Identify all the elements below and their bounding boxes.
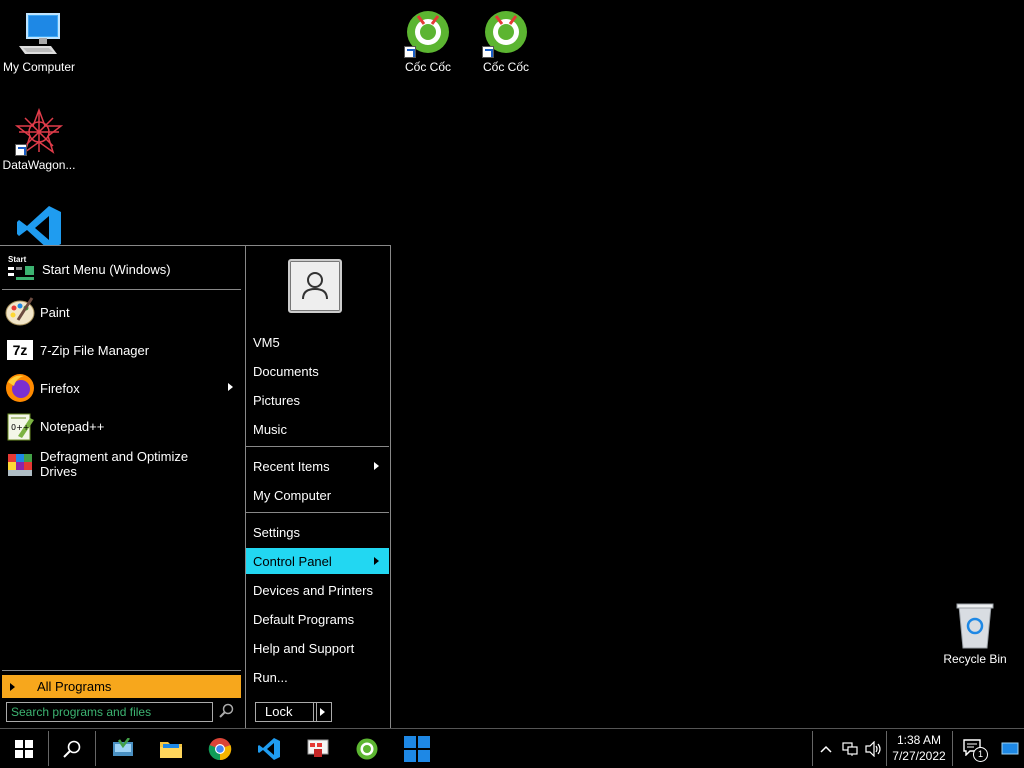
- menu-separator: [2, 289, 241, 290]
- coccoc-icon: [482, 10, 530, 58]
- taskbar-separator: [95, 731, 96, 766]
- chrome-icon: [208, 737, 232, 760]
- server-manager-icon: [113, 737, 133, 756]
- vscode-icon: [258, 737, 280, 760]
- datawagon-icon: [14, 107, 64, 156]
- taskbar-file-explorer[interactable]: [148, 729, 194, 768]
- taskbar-chrome[interactable]: [197, 729, 243, 768]
- desktop-icon-coccoc-1[interactable]: Cốc Cốc: [389, 10, 467, 74]
- folder-icon: [160, 741, 182, 758]
- program-paint[interactable]: Paint: [0, 293, 243, 331]
- taskbar-separator: [812, 731, 813, 766]
- start-menu-header[interactable]: Start Start Menu (Windows): [0, 250, 243, 288]
- coccoc-icon: [356, 738, 378, 759]
- action-center-button[interactable]: 1: [955, 729, 991, 768]
- computer-icon: [15, 10, 63, 58]
- taskbar-coccoc[interactable]: [344, 729, 390, 768]
- recycle-bin-icon: [951, 602, 999, 650]
- user-icon: [302, 272, 328, 300]
- clock-time: 1:38 AM: [896, 733, 942, 747]
- app-icon: [307, 739, 329, 757]
- places-item-help-and-support[interactable]: Help and Support: [246, 635, 389, 661]
- notepad-plus-plus-icon: 0++: [4, 410, 36, 442]
- shortcut-arrow-icon: [404, 46, 416, 58]
- defragment-icon: [4, 448, 36, 480]
- start-menu-places-pane: VM5 Documents Pictures Music Recent Item…: [245, 246, 390, 728]
- volume-icon: [865, 740, 881, 757]
- places-item-devices-and-printers[interactable]: Devices and Printers: [246, 577, 389, 603]
- places-item-documents[interactable]: Documents: [246, 358, 389, 384]
- svg-text:0++: 0++: [11, 423, 30, 432]
- paint-icon: [4, 296, 36, 328]
- taskbar-clock[interactable]: 1:38 AM 7/27/2022: [888, 732, 950, 764]
- windows-logo-icon: [15, 739, 33, 758]
- places-item-user[interactable]: VM5: [246, 329, 389, 355]
- network-icon: [842, 741, 858, 756]
- taskbar-vscode[interactable]: [246, 729, 292, 768]
- submenu-arrow-icon: [374, 462, 379, 470]
- shortcut-arrow-icon: [15, 144, 27, 156]
- taskbar-app-red[interactable]: [295, 729, 341, 768]
- menu-separator: [246, 446, 389, 447]
- user-avatar[interactable]: [288, 259, 342, 313]
- submenu-arrow-icon: [374, 557, 379, 565]
- places-item-default-programs[interactable]: Default Programs: [246, 606, 389, 632]
- menu-separator: [246, 512, 389, 513]
- program-defragment[interactable]: Defragment and Optimize Drives: [0, 445, 243, 483]
- network-tray-icon[interactable]: [838, 729, 862, 768]
- start-menu: Start Start Menu (Windows) Paint 7z 7-Zi…: [0, 245, 391, 728]
- taskbar: 1:38 AM 7/27/2022 1: [0, 728, 1024, 768]
- volume-tray-icon[interactable]: [862, 729, 886, 768]
- places-item-control-panel[interactable]: Control Panel: [246, 548, 389, 574]
- search-icon[interactable]: [218, 703, 234, 719]
- notification-count-badge: 1: [973, 746, 988, 762]
- taskbar-search-button[interactable]: [49, 729, 95, 768]
- 7zip-icon: 7z: [4, 334, 36, 366]
- search-icon: [63, 740, 81, 758]
- chevron-up-icon: [820, 745, 832, 753]
- taskbar-server-manager[interactable]: [100, 729, 146, 768]
- start-button[interactable]: [0, 729, 48, 768]
- show-desktop-button[interactable]: [996, 729, 1024, 768]
- notification-icon: 1: [962, 738, 988, 762]
- places-item-recent-items[interactable]: Recent Items: [246, 453, 389, 479]
- clock-date: 7/27/2022: [892, 749, 946, 763]
- all-programs-arrow-icon: [10, 682, 15, 691]
- desktop-icon-recycle-bin[interactable]: Recycle Bin: [936, 602, 1014, 666]
- desktop-icon-coccoc-2[interactable]: Cốc Cốc: [467, 10, 545, 74]
- places-item-pictures[interactable]: Pictures: [246, 387, 389, 413]
- search-input[interactable]: [6, 702, 213, 722]
- taskbar-start-menu-app[interactable]: [393, 729, 441, 768]
- taskbar-separator: [952, 731, 953, 766]
- program-firefox[interactable]: Firefox: [0, 369, 243, 407]
- coccoc-icon: [404, 10, 452, 58]
- places-item-my-computer[interactable]: My Computer: [246, 482, 389, 508]
- start-menu-app-icon: [404, 735, 430, 762]
- menu-separator: [2, 670, 241, 671]
- lock-button[interactable]: Lock: [255, 702, 317, 722]
- submenu-arrow-icon: [228, 383, 233, 391]
- places-item-music[interactable]: Music: [246, 416, 389, 442]
- all-programs-button[interactable]: All Programs: [2, 675, 241, 698]
- show-hidden-icons-button[interactable]: [814, 729, 838, 768]
- program-7zip[interactable]: 7z 7-Zip File Manager: [0, 331, 243, 369]
- places-item-run[interactable]: Run...: [246, 664, 389, 690]
- places-item-settings[interactable]: Settings: [246, 519, 389, 545]
- taskbar-separator: [886, 731, 887, 766]
- start-menu-programs-pane: Start Start Menu (Windows) Paint 7z 7-Zi…: [0, 246, 243, 728]
- shortcut-arrow-icon: [482, 46, 494, 58]
- firefox-icon: [4, 372, 36, 404]
- start-menu-logo-icon: Start: [6, 255, 36, 281]
- desktop-icon: [1001, 742, 1019, 754]
- desktop-icon-my-computer[interactable]: My Computer: [0, 10, 78, 74]
- desktop-icon-datawagon[interactable]: DataWagon...: [0, 107, 78, 172]
- program-notepad-plus-plus[interactable]: 0++ Notepad++: [0, 407, 243, 445]
- shutdown-options-button[interactable]: [313, 702, 332, 722]
